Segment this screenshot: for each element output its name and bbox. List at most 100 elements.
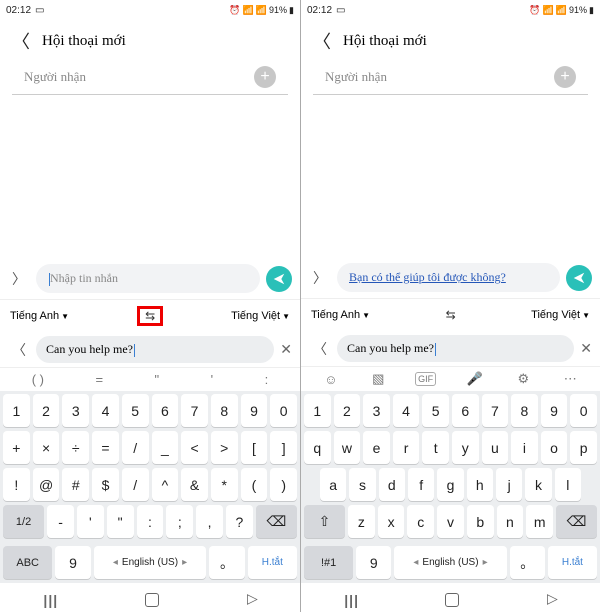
nav-recent[interactable]: ||| — [43, 592, 58, 608]
back-icon[interactable]: 〈 — [12, 28, 30, 54]
key-,[interactable]: , — [196, 505, 223, 538]
key-q[interactable]: q — [304, 431, 331, 464]
key-3[interactable]: 3 — [62, 394, 89, 427]
translate-input[interactable]: Can you help me? — [36, 336, 274, 363]
nav-home[interactable] — [445, 593, 459, 607]
nav-recent[interactable]: ||| — [344, 592, 359, 608]
key-÷[interactable]: ÷ — [62, 431, 89, 464]
key-k[interactable]: k — [525, 468, 551, 501]
tb-dquote[interactable]: " — [151, 372, 164, 387]
send-button[interactable] — [566, 265, 592, 291]
key-+[interactable]: + — [3, 431, 30, 464]
key-p[interactable]: p — [570, 431, 597, 464]
key-0[interactable]: 0 — [270, 394, 297, 427]
key-t[interactable]: t — [422, 431, 449, 464]
key-)[interactable]: ) — [270, 468, 297, 501]
key-d[interactable]: d — [379, 468, 405, 501]
lang-to[interactable]: Tiếng Việt ▼ — [231, 310, 290, 322]
add-recipient-button[interactable]: + — [554, 66, 576, 88]
key-'[interactable]: ' — [77, 505, 104, 538]
expand-icon[interactable]: ⋯ — [560, 371, 581, 387]
key-&[interactable]: & — [181, 468, 208, 501]
key-"[interactable]: " — [107, 505, 134, 538]
key-5[interactable]: 5 — [422, 394, 449, 427]
key-0[interactable]: 0 — [570, 394, 597, 427]
key-6[interactable]: 6 — [452, 394, 479, 427]
voice-icon[interactable]: 🎤 — [463, 371, 487, 387]
key-enter[interactable]: H.tắt — [548, 546, 597, 579]
key-c[interactable]: c — [407, 505, 434, 538]
key-@[interactable]: @ — [33, 468, 60, 501]
key-n[interactable]: n — [497, 505, 524, 538]
key-_[interactable]: _ — [152, 431, 179, 464]
key-abc[interactable]: ABC — [3, 546, 52, 579]
gif-icon[interactable]: GIF — [415, 372, 436, 386]
key-space[interactable]: ◂English (US)▸ — [94, 546, 207, 579]
key-l[interactable]: l — [555, 468, 581, 501]
tb-colon[interactable]: : — [261, 372, 273, 387]
key-×[interactable]: × — [33, 431, 60, 464]
expand-icon[interactable]: 〉 — [8, 269, 30, 289]
key-a[interactable]: a — [320, 468, 346, 501]
key-w[interactable]: w — [334, 431, 361, 464]
key-v[interactable]: v — [437, 505, 464, 538]
lang-from[interactable]: Tiếng Anh ▼ — [10, 310, 69, 322]
key->[interactable]: > — [211, 431, 238, 464]
message-input[interactable]: Nhập tin nhắn — [36, 264, 260, 293]
key-2[interactable]: 2 — [33, 394, 60, 427]
emoji-icon[interactable]: ☺ — [320, 372, 341, 387]
key-4[interactable]: 4 — [92, 394, 119, 427]
tb-squote[interactable]: ' — [207, 372, 217, 387]
key-1[interactable]: 1 — [304, 394, 331, 427]
key-[[interactable]: [ — [241, 431, 268, 464]
key-([interactable]: ( — [241, 468, 268, 501]
swap-icon[interactable]: ⇆ — [137, 306, 163, 326]
key-8[interactable]: 8 — [211, 394, 238, 427]
key-4[interactable]: 4 — [393, 394, 420, 427]
key-$[interactable]: $ — [92, 468, 119, 501]
key-backspace[interactable]: ⌫ — [256, 505, 297, 538]
nav-back[interactable]: ▽ — [543, 594, 560, 605]
back-icon[interactable]: 〈 — [313, 28, 331, 54]
key-comma[interactable]: 9 — [356, 546, 391, 579]
swap-icon[interactable]: ⇆ — [438, 305, 464, 325]
key-*[interactable]: * — [211, 468, 238, 501]
key-m[interactable]: m — [526, 505, 553, 538]
sticker-icon[interactable]: ▧ — [368, 371, 388, 387]
key-1[interactable]: 1 — [3, 394, 30, 427]
key-s[interactable]: s — [349, 468, 375, 501]
key-?[interactable]: ? — [226, 505, 253, 538]
key-symbols[interactable]: !#1 — [304, 546, 353, 579]
key-i[interactable]: i — [511, 431, 538, 464]
lang-from[interactable]: Tiếng Anh ▼ — [311, 309, 370, 321]
key-x[interactable]: x — [378, 505, 405, 538]
nav-back[interactable]: ▽ — [243, 594, 260, 605]
key-shift[interactable]: ⇧ — [304, 505, 345, 538]
key-7[interactable]: 7 — [482, 394, 509, 427]
key-5[interactable]: 5 — [122, 394, 149, 427]
key-7[interactable]: 7 — [181, 394, 208, 427]
key-e[interactable]: e — [363, 431, 390, 464]
recipient-field[interactable]: Người nhận + — [12, 62, 288, 95]
add-recipient-button[interactable]: + — [254, 66, 276, 88]
key-![interactable]: ! — [3, 468, 30, 501]
key-comma[interactable]: 9 — [55, 546, 90, 579]
key-page[interactable]: 1/2 — [3, 505, 44, 538]
key-;[interactable]: ; — [166, 505, 193, 538]
expand-icon[interactable]: 〉 — [309, 268, 331, 288]
key-:[interactable]: : — [137, 505, 164, 538]
key-y[interactable]: y — [452, 431, 479, 464]
key-=[interactable]: = — [92, 431, 119, 464]
key-z[interactable]: z — [348, 505, 375, 538]
key-g[interactable]: g — [437, 468, 463, 501]
nav-home[interactable] — [145, 593, 159, 607]
key-enter[interactable]: H.tắt — [248, 546, 297, 579]
key-9[interactable]: 9 — [541, 394, 568, 427]
key-dot[interactable]: 。 — [209, 546, 244, 579]
message-input[interactable]: Bạn có thể giúp tôi được không? — [337, 263, 560, 292]
key-space[interactable]: ◂English (US)▸ — [394, 546, 506, 579]
translate-input[interactable]: Can you help me? — [337, 335, 574, 362]
key-<[interactable]: < — [181, 431, 208, 464]
key-o[interactable]: o — [541, 431, 568, 464]
key-/[interactable]: / — [122, 431, 149, 464]
